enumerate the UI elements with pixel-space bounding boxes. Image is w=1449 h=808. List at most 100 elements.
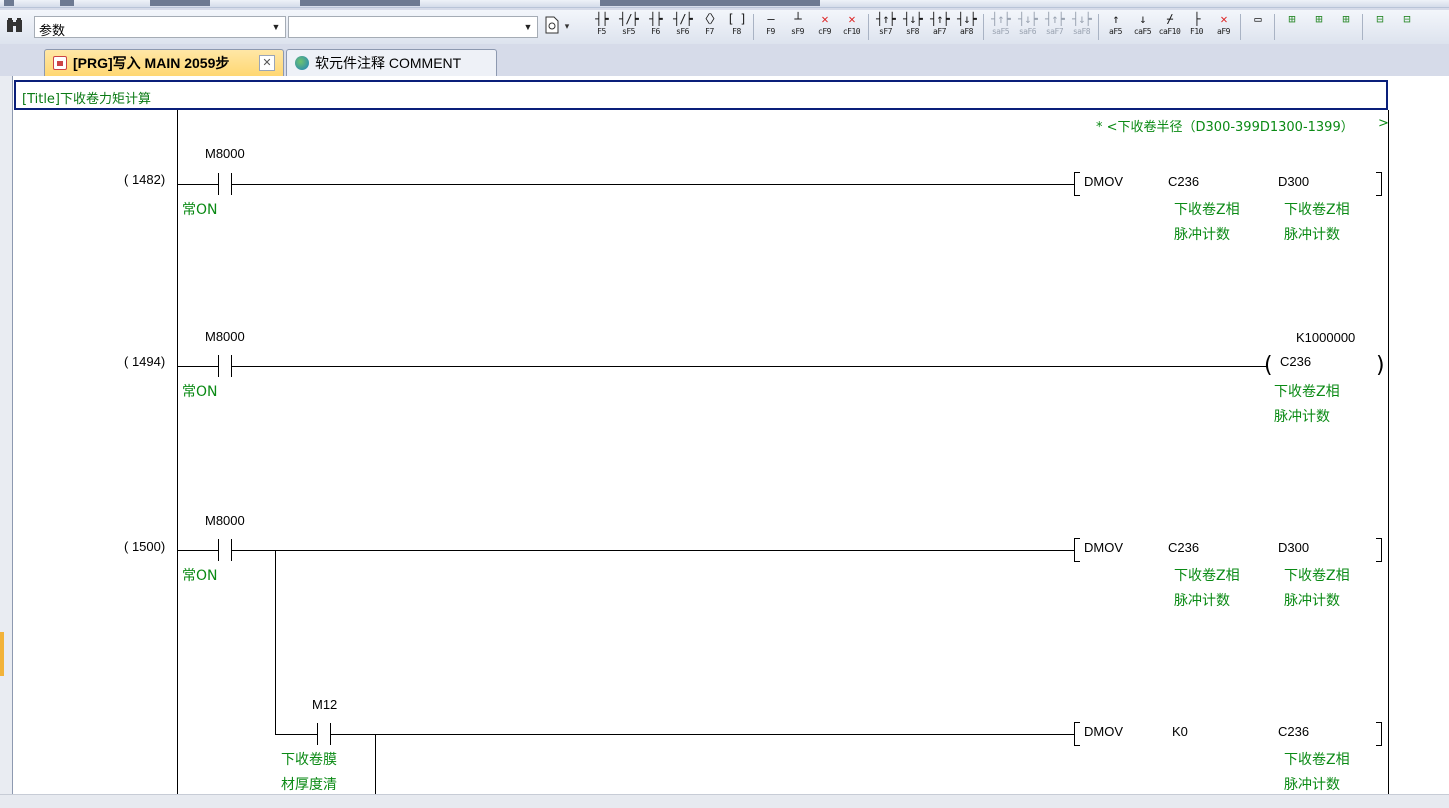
ladder-tool-sf8-button[interactable]: ┤↓┝ sF8 bbox=[899, 12, 926, 42]
operand-2-comment: 下收卷Z相 bbox=[1284, 752, 1350, 768]
shortcut-key-label: aF5 bbox=[1109, 27, 1122, 36]
ladder-symbol-icon: ↑ bbox=[1112, 12, 1119, 26]
ladder-tool-extra-button[interactable]: ⊞ bbox=[1278, 12, 1305, 42]
ladder-tool-saf5-button[interactable]: ┤↑┝ saF5 bbox=[987, 12, 1014, 42]
ladder-tool-extra-button[interactable]: ⊟ bbox=[1366, 12, 1393, 42]
ladder-symbol-icon: ┤↑┝ bbox=[1045, 12, 1065, 26]
coil-comment: 下收卷Z相 bbox=[1274, 384, 1340, 400]
program-title-box[interactable]: [Title]下收卷力矩计算 bbox=[14, 80, 1388, 110]
ladder-tool-f5-button[interactable]: ┤┝ F5 bbox=[588, 12, 615, 42]
ladder-symbol-icon: — bbox=[767, 12, 774, 26]
ladder-symbol-icon: ▭ bbox=[1254, 12, 1261, 26]
operand-2[interactable]: D300 bbox=[1278, 540, 1309, 555]
ladder-symbol-icon: ┤↓┝ bbox=[1018, 12, 1038, 26]
operand-1[interactable]: C236 bbox=[1168, 540, 1199, 555]
ladder-tool-caf10-button[interactable]: ⌿ caF10 bbox=[1156, 12, 1183, 42]
chevron-down-icon[interactable]: ▼ bbox=[520, 18, 536, 36]
ladder-tool-extra-button[interactable]: ⊞ bbox=[1332, 12, 1359, 42]
ladder-tool-cf9-button[interactable]: ✕ cF9 bbox=[811, 12, 838, 42]
toolbar-options-icon[interactable]: ▾ bbox=[562, 16, 572, 36]
ladder-symbol-icon: 〈〉 bbox=[698, 12, 721, 26]
ladder-symbol-icon: ┤/┝ bbox=[673, 12, 693, 26]
ladder-symbol-icon: ┤┝ bbox=[595, 12, 608, 26]
shortcut-key-label: F9 bbox=[766, 27, 775, 36]
step-number: ( 1482) bbox=[124, 172, 166, 187]
shortcut-key-label: F5 bbox=[597, 27, 606, 36]
operand-1-comment: 下收卷Z相 bbox=[1174, 568, 1240, 584]
search-device-value: 参数 bbox=[39, 24, 66, 39]
find-document-icon[interactable] bbox=[542, 16, 562, 36]
ladder-tool-af8-button[interactable]: ┤↓┝ aF8 bbox=[953, 12, 980, 42]
ladder-symbol-icon: ├ bbox=[1193, 12, 1200, 26]
instruction-bracket-right bbox=[1376, 538, 1382, 562]
top-menu-strip-cut bbox=[0, 0, 1449, 8]
toolbar-separator bbox=[1274, 14, 1275, 40]
ladder-tool-extra-button[interactable]: ▭ bbox=[1244, 12, 1271, 42]
ladder-tool-saf8-button[interactable]: ┤↓┝ saF8 bbox=[1068, 12, 1095, 42]
branch-wire bbox=[375, 734, 376, 794]
instruction-name[interactable]: DMOV bbox=[1084, 174, 1123, 189]
ladder-tool-sf6-button[interactable]: ┤/┝ sF6 bbox=[669, 12, 696, 42]
ladder-symbol-icon: ✕ bbox=[848, 12, 855, 26]
operand-1[interactable]: K0 bbox=[1172, 724, 1188, 739]
instruction-name[interactable]: DMOV bbox=[1084, 540, 1123, 555]
contact-comment: 常ON bbox=[182, 568, 218, 584]
ladder-symbol-icon: ⊞ bbox=[1315, 12, 1322, 26]
chevron-down-icon[interactable]: ▼ bbox=[268, 18, 284, 36]
ladder-tool-extra-button[interactable]: ⊟ bbox=[1393, 12, 1420, 42]
operand-2[interactable]: D300 bbox=[1278, 174, 1309, 189]
rung-wire bbox=[178, 184, 1074, 185]
ladder-tool-f8-button[interactable]: [ ] F8 bbox=[723, 12, 750, 42]
ladder-tool-cf10-button[interactable]: ✕ cF10 bbox=[838, 12, 865, 42]
shortcut-key-label: sF8 bbox=[906, 27, 919, 36]
horizontal-scrollbar[interactable] bbox=[0, 794, 1449, 808]
tab-device-comment[interactable]: 软元件注释 COMMENT bbox=[286, 49, 497, 76]
close-icon[interactable]: ✕ bbox=[259, 55, 275, 71]
operand-2[interactable]: C236 bbox=[1278, 724, 1309, 739]
ladder-tool-caf5-button[interactable]: ↓ caF5 bbox=[1129, 12, 1156, 42]
instruction-name[interactable]: DMOV bbox=[1084, 724, 1123, 739]
operand-1[interactable]: C236 bbox=[1168, 174, 1199, 189]
find-binoculars-icon[interactable] bbox=[4, 16, 26, 36]
statement-comment[interactable]: * <下收卷半径（D300-399D1300-1399） bbox=[1096, 116, 1354, 135]
ladder-tool-f9-button[interactable]: — F9 bbox=[757, 12, 784, 42]
ladder-tool-af9-button[interactable]: ✕ aF9 bbox=[1210, 12, 1237, 42]
ladder-tool-sf9-button[interactable]: ┴ sF9 bbox=[784, 12, 811, 42]
toolbar-separator bbox=[753, 14, 754, 40]
ladder-tool-sf7-button[interactable]: ┤↑┝ sF7 bbox=[872, 12, 899, 42]
instruction-bracket-left bbox=[1074, 172, 1080, 196]
tab-main-program[interactable]: [PRG]写入 MAIN 2059步 ✕ bbox=[44, 49, 284, 76]
ladder-tool-sf5-button[interactable]: ┤/┝ sF5 bbox=[615, 12, 642, 42]
shortcut-key-label: sF5 bbox=[622, 27, 635, 36]
ladder-tool-extra-button[interactable]: ⊞ bbox=[1305, 12, 1332, 42]
shortcut-key-label: aF7 bbox=[933, 27, 946, 36]
ladder-tool-saf6-button[interactable]: ┤↓┝ saF6 bbox=[1014, 12, 1041, 42]
no-contact[interactable] bbox=[218, 173, 232, 195]
ladder-tool-f7-button[interactable]: 〈〉 F7 bbox=[696, 12, 723, 42]
no-contact[interactable] bbox=[218, 355, 232, 377]
no-contact[interactable] bbox=[218, 539, 232, 561]
toolbar: 参数 ▼ ▼ ▾ ┤┝ F5 ┤/┝ sF5 ┤┝ F6 ┤/┝ sF6 〈〉 F7[ ] F8— F… bbox=[0, 10, 1449, 44]
shortcut-key-label: saF5 bbox=[991, 27, 1010, 36]
ladder-symbol-icon: ┤↓┝ bbox=[903, 12, 923, 26]
ladder-tool-af7-button[interactable]: ┤↑┝ aF7 bbox=[926, 12, 953, 42]
contact-device: M8000 bbox=[205, 146, 245, 161]
no-contact[interactable] bbox=[317, 723, 331, 745]
shortcut-key-label: cF10 bbox=[842, 27, 861, 36]
coil-paren-left: ( bbox=[1264, 353, 1273, 378]
instruction-bracket-left bbox=[1074, 538, 1080, 562]
ladder-symbol-icon: ✕ bbox=[1220, 12, 1227, 26]
coil-device[interactable]: C236 bbox=[1280, 354, 1311, 369]
contact-comment: 常ON bbox=[182, 202, 218, 218]
ladder-tool-af5-button[interactable]: ↑ aF5 bbox=[1102, 12, 1129, 42]
rung-wire bbox=[178, 550, 1074, 551]
ladder-symbol-icon: ┤┝ bbox=[649, 12, 662, 26]
counter-set-value[interactable]: K1000000 bbox=[1296, 330, 1355, 345]
ladder-tool-f6-button[interactable]: ┤┝ F6 bbox=[642, 12, 669, 42]
toolbar-separator bbox=[1240, 14, 1241, 40]
ladder-tool-saf7-button[interactable]: ┤↑┝ saF7 bbox=[1041, 12, 1068, 42]
ladder-symbol-icon: ┴ bbox=[794, 12, 801, 26]
ladder-tool-f10-button[interactable]: ├ F10 bbox=[1183, 12, 1210, 42]
search-device-combo[interactable]: 参数 ▼ bbox=[34, 16, 286, 39]
search-target-combo[interactable]: ▼ bbox=[288, 16, 538, 38]
